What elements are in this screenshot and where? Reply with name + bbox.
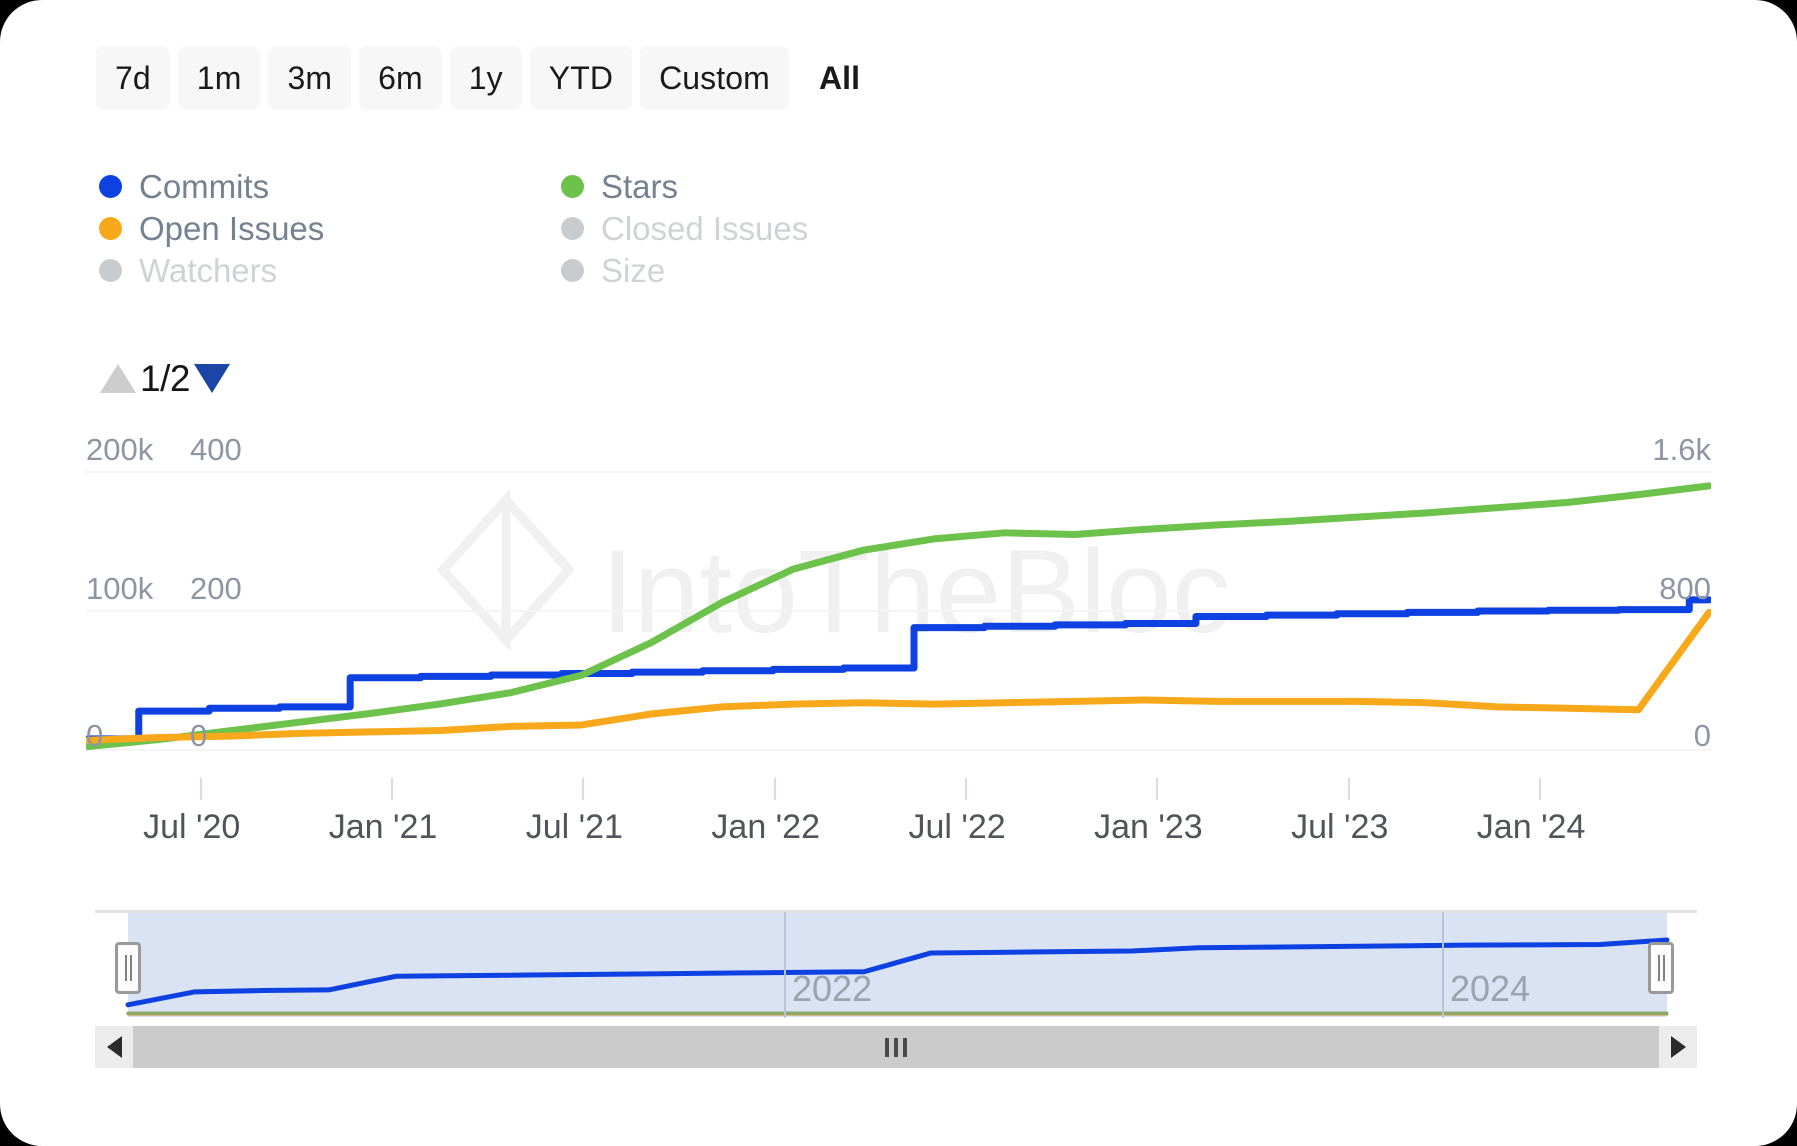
repo-activity-chart-card: 7d 1m 3m 6m 1y YTD Custom All Commits Stars Open … (0, 0, 1797, 1146)
x-axis-tick-mark (1539, 778, 1542, 800)
legend-paginator[interactable]: 1/2 (100, 355, 230, 401)
legend-item-label: Commits (139, 167, 270, 205)
page-down-icon[interactable] (193, 363, 230, 393)
y-axis-tick-stars: 0 (1693, 718, 1711, 753)
scroll-left-arrow-icon[interactable] (95, 1026, 133, 1068)
x-axis-tick-mark (1156, 778, 1159, 800)
legend-color-dot-icon (99, 175, 122, 198)
legend-color-dot-icon (99, 217, 122, 240)
chart-scrollbar[interactable] (95, 1026, 1697, 1068)
x-axis-tick-label: Jul '22 (908, 808, 1006, 846)
scrollbar-grip-line (903, 1037, 907, 1057)
x-axis-tick-mark (965, 778, 968, 800)
range-button-3m[interactable]: 3m (268, 46, 352, 110)
chart-plot-area[interactable]: IntoTheBlock 0 100k 200k 0 200 400 0 800 1.6k (86, 434, 1711, 775)
legend-item-stars[interactable]: Stars (561, 165, 1099, 207)
navigator-commits-line (125, 937, 1670, 1008)
range-button-7d[interactable]: 7d (96, 46, 170, 110)
y-axis-tick-stars: 800 (1659, 571, 1711, 606)
legend-item-closed-issues[interactable]: Closed Issues (561, 207, 1099, 249)
handle-grip-line (1662, 955, 1665, 981)
x-axis-tick-mark (582, 778, 585, 800)
navigator-handle-left[interactable] (115, 942, 141, 994)
range-button-6m[interactable]: 6m (359, 46, 442, 110)
legend-item-size[interactable]: Size (561, 249, 1099, 291)
legend-item-open-issues[interactable]: Open Issues (99, 207, 561, 249)
x-axis-tick-label: Jan '24 (1476, 808, 1586, 846)
y-axis-tick-issues: 400 (190, 432, 242, 467)
x-axis-tick-label: Jan '22 (711, 808, 820, 846)
legend-item-label: Size (601, 251, 666, 289)
x-axis-tick-label: Jul '23 (1291, 808, 1389, 846)
y-axis-tick-commits: 0 (86, 718, 104, 753)
x-axis-tick-mark (391, 778, 394, 800)
navigator-year-label: 2022 (792, 968, 873, 1009)
handle-grip-line (124, 955, 127, 981)
handle-grip-line (129, 955, 132, 981)
x-axis-tick-mark (1347, 778, 1350, 800)
x-axis-tick-label: Jul '20 (143, 808, 241, 846)
scroll-right-arrow-icon[interactable] (1659, 1026, 1697, 1068)
scrollbar-thumb[interactable] (133, 1026, 1659, 1068)
scrollbar-grip-line (885, 1037, 889, 1057)
y-axis-tick-issues: 200 (190, 571, 242, 606)
y-axis-tick-issues: 0 (190, 718, 208, 753)
chart-lines (86, 471, 1711, 751)
y-axis-tick-stars: 1.6k (1652, 432, 1711, 467)
range-button-custom[interactable]: Custom (640, 46, 789, 110)
legend-item-commits[interactable]: Commits (99, 165, 561, 207)
chart-navigator[interactable]: 2022 2024 (95, 910, 1697, 1025)
chart-legend[interactable]: Commits Stars Open Issues Closed Issues Watc… (99, 165, 1099, 291)
x-axis-tick-label: Jul '21 (525, 808, 623, 846)
page-indicator: 1/2 (140, 357, 190, 399)
x-axis-tick-label: Jan '23 (1094, 808, 1203, 846)
legend-color-dot-icon (561, 217, 584, 240)
navigator-handle-right[interactable] (1648, 942, 1674, 994)
x-axis: Jul '20 Jan '21 Jul '21 Jan '22 Jul '22 Jan '… (86, 778, 1711, 858)
legend-color-dot-icon (561, 175, 584, 198)
handle-grip-line (1657, 955, 1660, 981)
legend-item-label: Open Issues (139, 209, 325, 247)
range-button-1y[interactable]: 1y (449, 46, 522, 110)
x-axis-tick-label: Jan '21 (328, 808, 438, 846)
page-up-icon[interactable] (100, 363, 136, 393)
scrollbar-grip-line (894, 1037, 898, 1057)
legend-item-label: Closed Issues (601, 209, 809, 247)
legend-color-dot-icon (561, 259, 584, 282)
y-axis-tick-commits: 100k (86, 571, 154, 606)
range-button-ytd[interactable]: YTD (529, 46, 633, 110)
legend-color-dot-icon (99, 259, 122, 282)
legend-item-label: Stars (601, 167, 679, 205)
range-button-all[interactable]: All (797, 46, 882, 110)
time-range-selector[interactable]: 7d 1m 3m 6m 1y YTD Custom All (96, 46, 882, 110)
y-axis-tick-commits: 200k (86, 432, 154, 467)
navigator-year-label: 2024 (1450, 968, 1531, 1009)
x-axis-tick-mark (199, 778, 202, 800)
legend-item-watchers[interactable]: Watchers (99, 249, 561, 291)
x-axis-tick-mark (773, 778, 776, 800)
legend-item-label: Watchers (139, 251, 278, 289)
range-button-1m[interactable]: 1m (177, 46, 261, 110)
